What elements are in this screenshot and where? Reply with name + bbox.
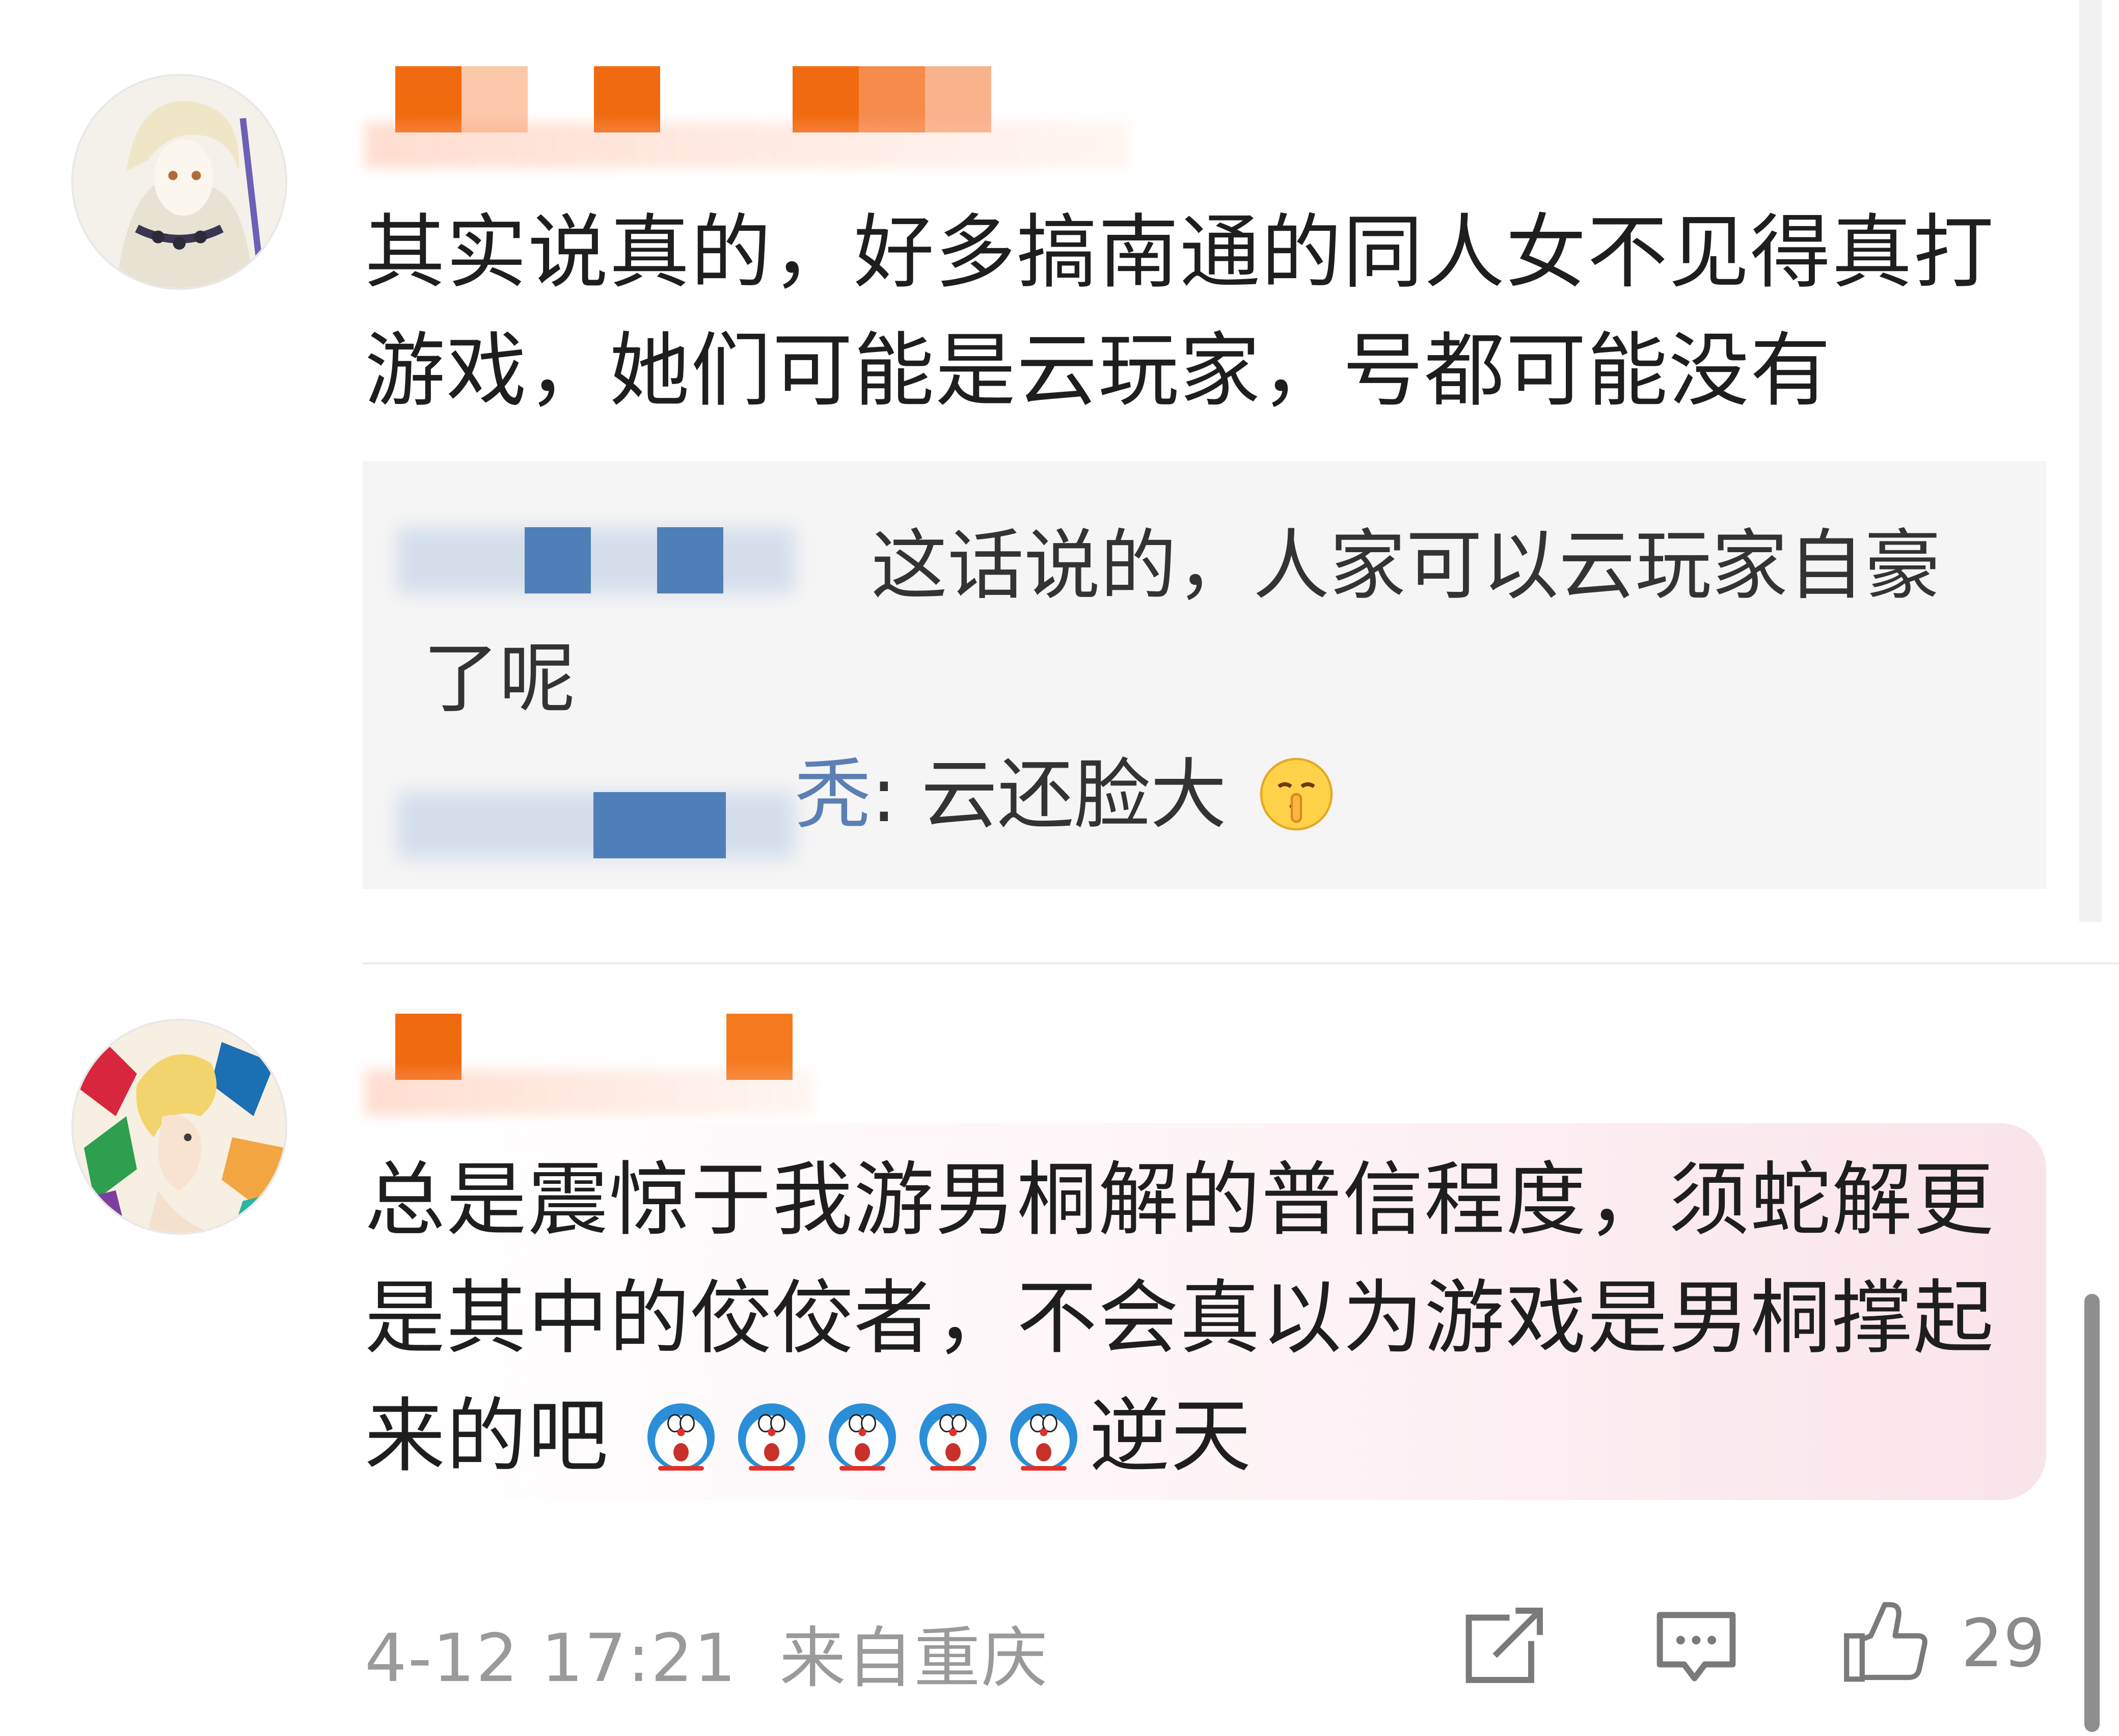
comment-meta: 4-12 17:21 来自重庆 (365, 1605, 1048, 1700)
comment-divider (363, 963, 2119, 964)
shush-emoji (1258, 756, 1335, 832)
comment-date: 4-12 17:21 (365, 1619, 738, 1697)
avatar-image (73, 1021, 285, 1233)
doraemon-emoji (824, 1399, 901, 1475)
username-blurred[interactable] (365, 1014, 813, 1121)
reply-first-text: 这话说的，人家可以云玩家自豪了呢 (423, 522, 1941, 723)
comment-icon[interactable] (1653, 1602, 1740, 1689)
like-count[interactable]: 29 (1961, 1605, 2045, 1682)
doraemon-emoji (1006, 1399, 1082, 1475)
comment-text-tail: 逆天 (1089, 1390, 1253, 1483)
reply-second-text: : 云还脸大 (871, 751, 1227, 839)
comment-text: 其实说真的，好多搞南通的同人女不见得真打游戏，她们可能是云玩家，号都可能没有 (365, 206, 1995, 418)
doraemon-emoji (915, 1399, 991, 1475)
reply-text-second: 秃: 云还脸大 (795, 739, 1559, 852)
doraemon-emoji (643, 1399, 719, 1475)
like-icon[interactable] (1841, 1599, 1928, 1686)
doraemon-emoji (734, 1399, 810, 1475)
comment-text: 总是震惊于我游男桐解的普信程度，须蛇解更是其中的佼佼者，不会真以为游戏是男桐撑起… (365, 1141, 2041, 1496)
scrollbar-thumb[interactable] (2084, 1294, 2100, 1732)
avatar[interactable] (71, 74, 287, 290)
avatar-image (73, 76, 285, 288)
username-blurred[interactable] (365, 66, 1129, 173)
comment-location: 来自重庆 (779, 1619, 1049, 1697)
reply-author-name[interactable]: 秃 (795, 751, 871, 839)
reply-author-blurred[interactable] (397, 792, 795, 863)
scrollbar-track[interactable] (2079, 0, 2102, 922)
avatar[interactable] (71, 1019, 287, 1235)
repost-icon[interactable] (1462, 1602, 1548, 1689)
reply-text: 这话说的，人家可以云玩家自豪了呢 (423, 509, 1987, 736)
